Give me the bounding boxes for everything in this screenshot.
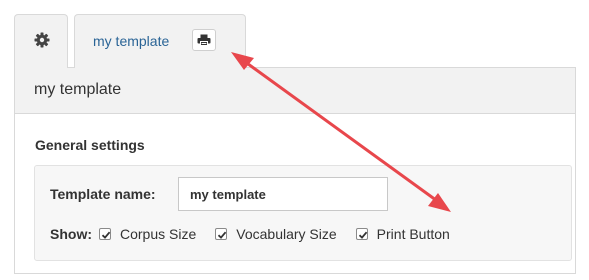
print-button-checkbox[interactable] xyxy=(355,228,368,240)
show-label: Show: xyxy=(50,226,92,242)
tab-settings[interactable] xyxy=(14,14,68,68)
template-name-input[interactable] xyxy=(178,177,388,211)
template-editor: my template my template General settings… xyxy=(0,0,589,280)
gear-icon xyxy=(34,32,50,48)
template-panel: my template General settings Template na… xyxy=(14,68,576,274)
checkmark-icon xyxy=(358,231,367,239)
panel-title: my template xyxy=(34,81,122,98)
print-icon xyxy=(197,34,211,46)
print-button-label[interactable]: Print Button xyxy=(377,226,450,242)
template-name-label: Template name: xyxy=(50,186,156,202)
checkmark-icon xyxy=(101,231,111,239)
panel-header: my template xyxy=(15,68,575,114)
show-options: Show: Corpus Size Vocabulary Size Print … xyxy=(50,225,469,243)
tab-label[interactable]: my template xyxy=(93,33,169,49)
checkmark-icon xyxy=(218,231,227,239)
tab-my-template[interactable]: my template xyxy=(74,14,246,68)
corpus-size-label[interactable]: Corpus Size xyxy=(120,226,196,242)
print-button[interactable] xyxy=(192,29,216,51)
corpus-size-checkbox[interactable] xyxy=(99,228,111,240)
vocabulary-size-label[interactable]: Vocabulary Size xyxy=(236,226,336,242)
tab-bar: my template xyxy=(14,14,576,68)
vocabulary-size-checkbox[interactable] xyxy=(215,228,228,240)
general-settings-box: Template name: Show: Corpus Size Vocabul… xyxy=(34,165,572,261)
section-heading: General settings xyxy=(35,137,145,153)
